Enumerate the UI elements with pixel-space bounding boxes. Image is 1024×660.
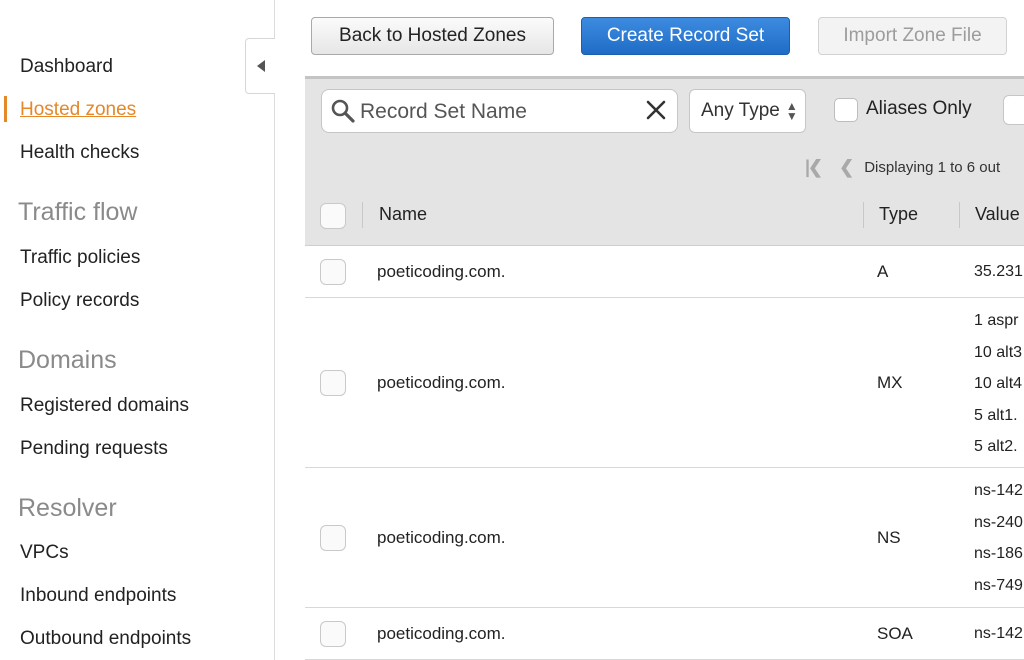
record-values: 1 aspr 10 alt3 10 alt4 5 alt1. 5 alt2. (974, 305, 1024, 463)
sidebar-item-vpcs[interactable]: VPCs (20, 542, 69, 564)
chevron-left-icon (256, 60, 265, 72)
sidebar-item-policy-records[interactable]: Policy records (20, 290, 139, 312)
record-name: poeticoding.com. (377, 528, 506, 547)
first-page-icon[interactable]: |❮ (805, 157, 823, 178)
record-name: poeticoding.com. (377, 624, 506, 643)
column-divider (959, 202, 960, 228)
filter-panel: Any Type ▲▼ Aliases Only |❮ ❮ Displaying… (305, 76, 1024, 184)
table-row[interactable]: poeticoding.com. MX 1 aspr 10 alt3 10 al… (305, 298, 1024, 468)
sidebar-item-health-checks[interactable]: Health checks (20, 142, 139, 164)
record-value: ns-142 (974, 482, 1023, 499)
record-value: ns-749 (974, 576, 1023, 594)
record-value: ns-186 (974, 545, 1023, 562)
collapse-sidebar-button[interactable] (245, 38, 275, 94)
record-name: poeticoding.com. (377, 262, 506, 281)
row-checkbox[interactable] (320, 621, 346, 647)
table-row[interactable]: poeticoding.com. A 35.231 (305, 246, 1024, 298)
record-set-name-input[interactable] (358, 97, 642, 127)
import-zone-file-button[interactable]: Import Zone File (818, 17, 1007, 55)
back-to-hosted-zones-button[interactable]: Back to Hosted Zones (311, 17, 554, 55)
record-value: 10 alt4 (974, 375, 1023, 392)
aliases-only-checkbox[interactable] (834, 98, 858, 122)
sidebar-item-outbound-endpoints[interactable]: Outbound endpoints (20, 628, 191, 650)
row-checkbox[interactable] (320, 370, 346, 396)
sidebar-item-traffic-policies[interactable]: Traffic policies (20, 247, 140, 269)
sidebar-item-pending-requests[interactable]: Pending requests (20, 438, 168, 460)
sort-arrows-icon: ▲ ▼ (785, 99, 798, 123)
record-value: ns-142 (974, 625, 1023, 642)
sidebar-item-hosted-zones[interactable]: Hosted zones (20, 99, 136, 121)
select-all-checkbox[interactable] (320, 203, 346, 229)
search-box (321, 89, 678, 133)
create-record-set-button[interactable]: Create Record Set (581, 17, 790, 55)
sidebar-heading-domains: Domains (18, 346, 117, 374)
column-header-value[interactable]: Value (975, 204, 1020, 225)
row-checkbox[interactable] (320, 525, 346, 551)
filter-extra-control[interactable] (1003, 95, 1024, 125)
table-header: Name Type Value (305, 184, 1024, 246)
record-value: 1 aspr (974, 312, 1019, 329)
column-divider (863, 202, 864, 228)
record-value: 35.231 (974, 263, 1023, 280)
search-icon (331, 99, 355, 123)
record-type: NS (877, 528, 901, 547)
close-icon[interactable] (643, 97, 669, 123)
record-value: 5 alt1. (974, 406, 1018, 424)
sidebar-item-dashboard[interactable]: Dashboard (20, 56, 113, 78)
record-type: SOA (877, 624, 913, 643)
record-type-select[interactable]: Any Type ▲ ▼ (689, 89, 806, 133)
record-type-value: Any Type (701, 100, 780, 121)
record-value: 5 alt2. (974, 438, 1018, 455)
record-values: ns-142 (974, 618, 1024, 650)
previous-page-icon[interactable]: ❮ (839, 157, 854, 178)
record-values: ns-142 ns-240 ns-186 ns-749 (974, 475, 1024, 601)
pagination-text: Displaying 1 to 6 out (864, 159, 1001, 176)
sidebar-heading-resolver: Resolver (18, 494, 117, 522)
row-checkbox[interactable] (320, 259, 346, 285)
column-header-type[interactable]: Type (879, 204, 918, 225)
record-type: MX (877, 373, 903, 392)
active-indicator (4, 96, 7, 122)
sidebar-heading-traffic-flow: Traffic flow (18, 198, 138, 226)
record-value: ns-240 (974, 513, 1023, 531)
table-row[interactable]: poeticoding.com. NS ns-142 ns-240 ns-186… (305, 468, 1024, 608)
column-header-name[interactable]: Name (379, 204, 427, 225)
sidebar-item-registered-domains[interactable]: Registered domains (20, 395, 189, 417)
sidebar: Dashboard Hosted zones Health checks Tra… (0, 0, 275, 660)
pagination: |❮ ❮ Displaying 1 to 6 out (805, 157, 1000, 178)
aliases-only-label: Aliases Only (866, 98, 972, 119)
table-row[interactable]: poeticoding.com. SOA ns-142 (305, 608, 1024, 660)
record-type: A (877, 262, 889, 281)
record-name: poeticoding.com. (377, 373, 506, 392)
sidebar-item-inbound-endpoints[interactable]: Inbound endpoints (20, 585, 176, 607)
column-divider (362, 202, 363, 228)
record-values: 35.231 (974, 256, 1024, 288)
record-value: 10 alt3 (974, 343, 1023, 361)
